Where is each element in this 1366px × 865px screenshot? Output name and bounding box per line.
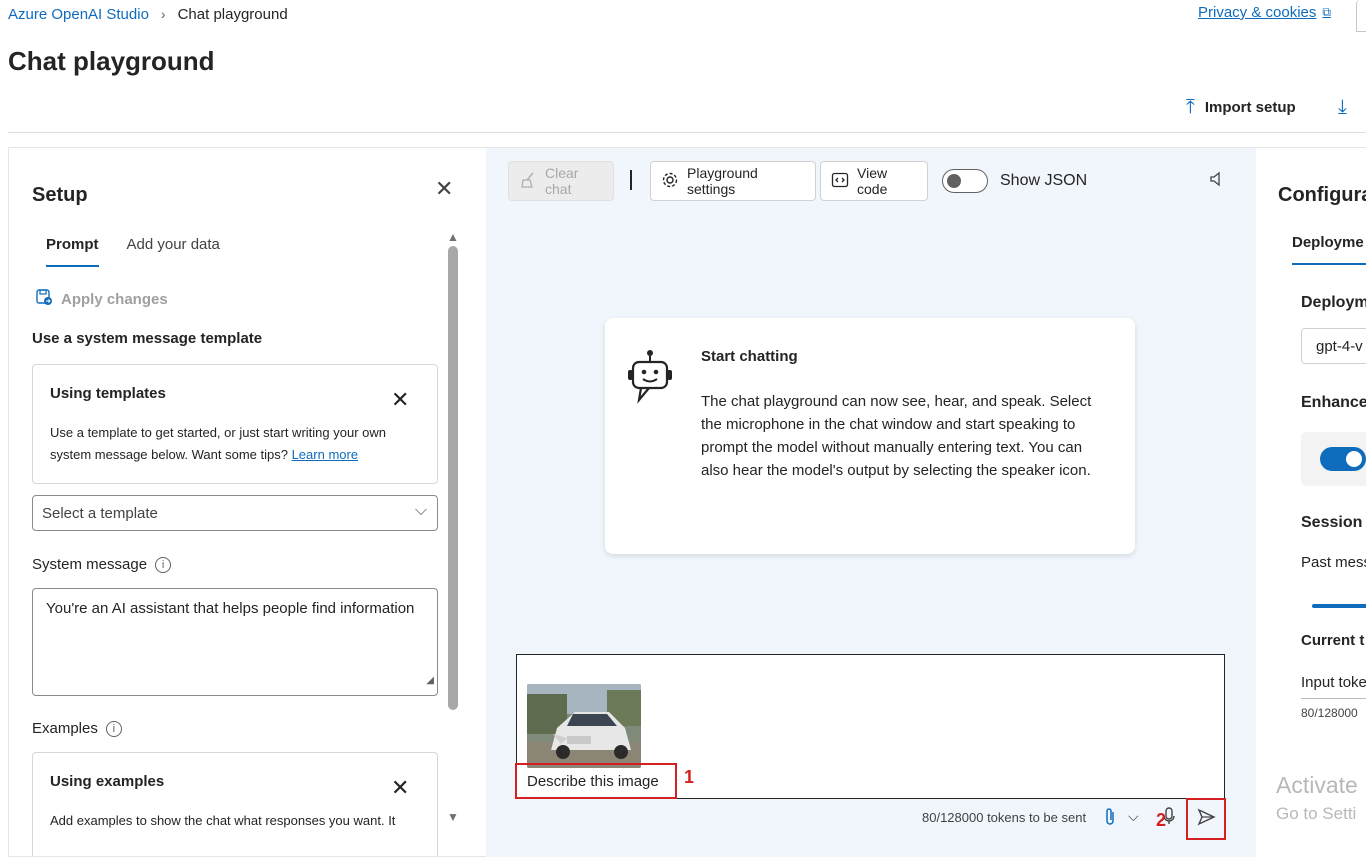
templates-card-title: Using templates <box>50 385 166 402</box>
deployment-select[interactable]: gpt-4-v <box>1301 328 1366 364</box>
activation-watermark-subtitle: Go to Setti <box>1276 804 1357 823</box>
toggle-knob <box>947 174 961 188</box>
apply-changes-label: Apply changes <box>61 291 168 308</box>
activation-watermark-title: Activate <box>1276 772 1358 798</box>
view-code-label: View code <box>857 165 888 197</box>
gear-icon <box>661 171 679 192</box>
privacy-link[interactable]: Privacy & cookies ⧉ <box>1198 4 1331 21</box>
input-tokens-label: Input toke <box>1301 674 1366 691</box>
token-count: 80/128000 tokens to be sent <box>922 810 1087 825</box>
start-chatting-title: Start chatting <box>701 348 798 365</box>
breadcrumb-current: Chat playground <box>177 5 288 23</box>
toggle-knob <box>1346 451 1362 467</box>
system-message-label: System message i <box>32 556 172 573</box>
annotation-number-2: 2 <box>1156 810 1167 830</box>
examples-label: Examples i <box>32 720 122 737</box>
system-message-value: You're an AI assistant that helps people… <box>46 600 415 617</box>
send-button[interactable] <box>1186 798 1226 840</box>
header-divider <box>8 132 1366 133</box>
breadcrumb: Azure OpenAI Studio › Chat playground <box>8 4 288 24</box>
configuration-panel: Configura Deployme Deploym gpt-4-v Enhan… <box>1256 147 1366 857</box>
deployment-label: Deploym <box>1301 294 1366 311</box>
attach-icon[interactable] <box>1103 807 1117 832</box>
broom-icon <box>519 171 537 192</box>
playground-settings-label: Playground settings <box>687 165 758 197</box>
external-link-icon: ⧉ <box>1322 5 1331 19</box>
import-setup-label: Import setup <box>1204 99 1296 116</box>
privacy-link-label[interactable]: Privacy & cookies <box>1198 4 1316 21</box>
resize-grip-icon[interactable]: ◢ <box>426 670 434 692</box>
template-heading: Use a system message template <box>32 330 263 347</box>
chat-input-box[interactable]: Describe this image 1 <box>515 654 1225 799</box>
enhance-toggle[interactable] <box>1320 447 1366 471</box>
close-icon[interactable]: ✕ <box>435 176 453 202</box>
configuration-title: Configura <box>1278 184 1366 206</box>
enhance-label: Enhance <box>1301 394 1366 411</box>
input-tokens-divider <box>1301 698 1366 699</box>
toolbar-divider <box>630 170 632 190</box>
setup-panel: Setup ✕ Prompt Add your data Apply chang… <box>8 147 486 857</box>
show-json-toggle[interactable] <box>942 169 988 193</box>
start-chatting-card: Start chatting The chat playground can n… <box>605 318 1135 554</box>
playground-settings-button[interactable]: Playground settings <box>650 161 816 201</box>
chevron-down-icon: ⌵ <box>414 502 427 519</box>
examples-card-title: Using examples <box>50 773 165 790</box>
save-icon <box>35 288 53 311</box>
scrollbar-thumb[interactable] <box>448 246 458 710</box>
show-json-label: Show JSON <box>1000 172 1088 189</box>
annotation-number-1: 1 <box>684 767 695 787</box>
enhance-toggle-container <box>1301 432 1366 486</box>
clear-chat-label: Clear chat <box>545 165 579 197</box>
system-message-label-text: System message <box>32 556 148 573</box>
examples-card: Using examples ✕ Add examples to show th… <box>32 752 438 856</box>
past-messages-slider[interactable] <box>1312 604 1366 608</box>
session-label: Session <box>1301 514 1363 531</box>
bot-icon <box>625 348 675 404</box>
system-message-textarea[interactable]: You're an AI assistant that helps people… <box>32 588 438 696</box>
templates-card: Using templates ✕ Use a template to get … <box>32 364 438 484</box>
view-code-button[interactable]: View code <box>820 161 928 201</box>
start-chatting-body: The chat playground can now see, hear, a… <box>701 393 1092 479</box>
page-title: Chat playground <box>8 46 215 76</box>
chat-panel: Clear chat Playground settings View code… <box>486 147 1256 857</box>
annotation-box-1 <box>515 763 677 799</box>
chevron-down-icon[interactable]: ⌵ <box>1128 808 1139 825</box>
tab-add-your-data[interactable]: Add your data <box>127 236 220 267</box>
templates-card-body: Use a template to get started, or just s… <box>50 422 420 466</box>
speaker-icon[interactable] <box>1208 170 1226 193</box>
download-icon[interactable]: ⤓ <box>1338 96 1347 119</box>
send-icon <box>1196 807 1216 832</box>
setup-scrollbar[interactable]: ▲ ▼ <box>445 230 461 830</box>
info-icon[interactable]: i <box>105 720 122 737</box>
header-edge-control[interactable] <box>1356 0 1366 32</box>
import-setup-button[interactable]: ⤒ Import setup <box>1186 96 1296 119</box>
setup-tabs: Prompt Add your data <box>46 236 220 267</box>
close-icon[interactable]: ✕ <box>391 775 409 801</box>
scroll-down-arrow-icon[interactable]: ▼ <box>447 810 459 824</box>
current-token-label: Current t <box>1301 632 1365 649</box>
attached-image-thumbnail[interactable] <box>527 684 641 768</box>
learn-more-link[interactable]: Learn more <box>292 447 358 462</box>
chevron-right-icon: › <box>160 6 166 22</box>
scroll-up-arrow-icon[interactable]: ▲ <box>447 230 459 244</box>
examples-card-body: Add examples to show the chat what respo… <box>50 813 396 828</box>
code-icon <box>831 171 849 192</box>
tab-deployment[interactable]: Deployme <box>1292 234 1366 265</box>
template-select[interactable]: Select a template ⌵ <box>32 495 438 531</box>
examples-label-text: Examples <box>32 720 98 737</box>
past-messages-label: Past mess <box>1301 554 1366 571</box>
breadcrumb-root-link[interactable]: Azure OpenAI Studio <box>8 6 149 23</box>
close-icon[interactable]: ✕ <box>391 387 409 413</box>
info-icon[interactable]: i <box>155 556 172 573</box>
upload-icon: ⤒ <box>1186 96 1195 118</box>
apply-changes-button[interactable]: Apply changes <box>35 288 168 311</box>
setup-title: Setup <box>32 184 88 206</box>
tab-prompt[interactable]: Prompt <box>46 236 99 267</box>
template-select-value: Select a template <box>42 505 158 522</box>
input-tokens-value: 80/128000 <box>1301 706 1358 720</box>
clear-chat-button[interactable]: Clear chat <box>508 161 614 201</box>
